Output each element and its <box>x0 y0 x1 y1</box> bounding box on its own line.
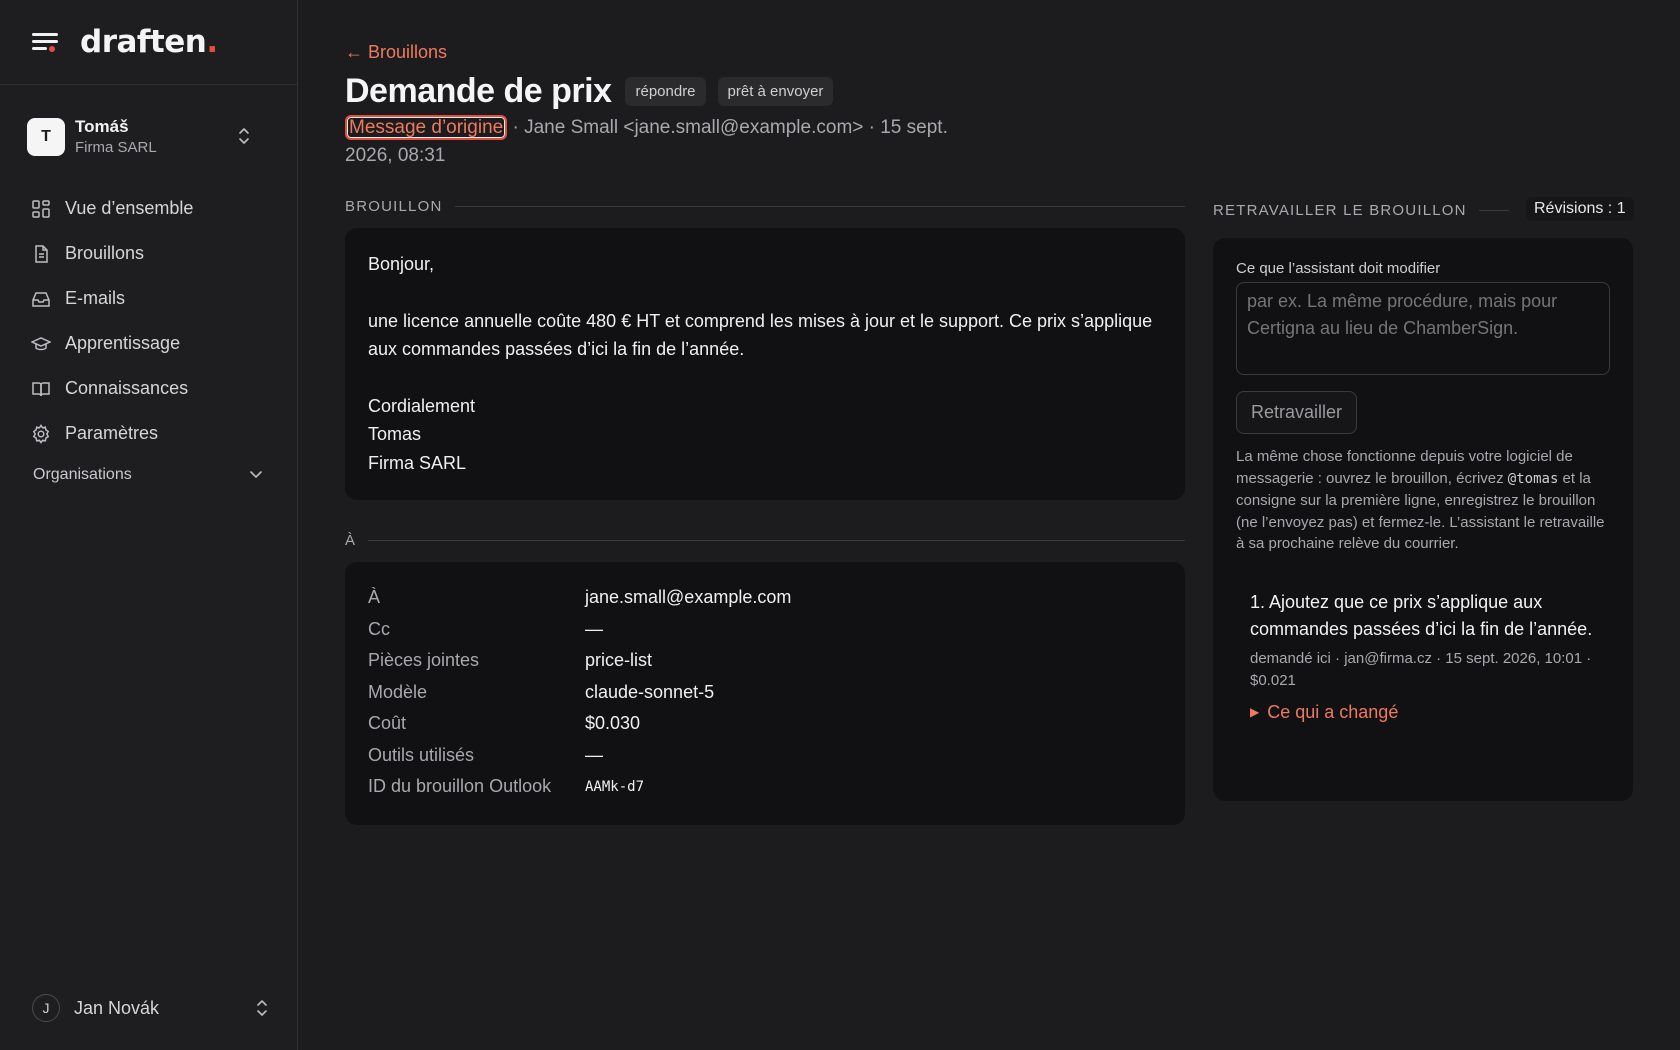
sidebar: draften. T Tomáš Firma SARL Vue d’ensemb… <box>0 0 298 1050</box>
rework-instruction-input[interactable] <box>1236 282 1610 375</box>
chevron-updown-icon <box>256 998 268 1023</box>
chevron-updown-icon <box>238 126 250 146</box>
detail-row-cost: Coût $0.030 <box>368 713 641 734</box>
draft-body-text: une licence annuelle coûte 480 € HT et c… <box>368 310 1153 360</box>
account-name: Tomáš <box>75 117 129 136</box>
sidebar-item-learning[interactable]: Apprentissage <box>30 321 270 366</box>
logo: draften. <box>80 24 218 60</box>
revision-changes-label: Ce qui a changé <box>1267 701 1399 722</box>
account-switcher[interactable]: T Tomáš Firma SARL <box>27 115 272 159</box>
draft-signature-org: Firma SARL <box>368 452 467 473</box>
revisions-count-badge: Révisions : 1 <box>1526 197 1634 221</box>
sidebar-item-drafts[interactable]: Brouillons <box>30 231 270 276</box>
rework-button[interactable]: Retravailler <box>1236 391 1358 434</box>
organisations-label: Organisations <box>33 466 132 483</box>
inbox-icon <box>30 288 52 310</box>
detail-row-attachments: Pièces jointes price-list <box>368 650 653 671</box>
sidebar-item-overview[interactable]: Vue d’ensemble <box>30 186 270 231</box>
user-name: Jan Novák <box>74 997 160 1018</box>
draft-details-card: Àjane.small@example.com Cc — Pièces joint… <box>345 562 1185 825</box>
grid-icon <box>30 198 52 220</box>
document-icon <box>30 243 52 265</box>
sidebar-item-label: Paramètres <box>65 423 159 443</box>
detail-row-model: Modèle claude-sonnet-5 <box>368 681 715 702</box>
rework-help-text: La même chose fonctionne depuis votre lo… <box>1236 448 1605 552</box>
sidebar-item-emails[interactable]: E-mails <box>30 276 270 321</box>
organisations-toggle[interactable]: Organisations <box>33 466 263 484</box>
revision-item-meta: demandé ici · jan@firma.cz · 15 sept. 20… <box>1250 649 1592 689</box>
gear-icon <box>30 423 52 445</box>
graduation-cap-icon <box>30 333 52 355</box>
title-row: Demande de prix répondre prêt à envoyer <box>345 72 845 111</box>
detail-row-tools: Outils utilisés — <box>368 744 603 765</box>
rework-field-label: Ce que l’assistant doit modifier <box>1236 260 1441 277</box>
sidebar-item-label: Brouillons <box>65 243 145 263</box>
sidebar-item-label: Vue d’ensemble <box>65 198 194 218</box>
sidebar-item-label: Connaissances <box>65 378 189 398</box>
revision-changes-toggle[interactable]: ▶ Ce qui a changé <box>1250 702 1610 723</box>
sidebar-item-label: E-mails <box>65 288 126 308</box>
chevron-down-icon <box>249 466 263 484</box>
triangle-right-icon: ▶ <box>1250 705 1260 719</box>
page-title: Demande de prix <box>345 72 612 110</box>
detail-row-outlook-id: ID du brouillon Outlook AAMk-d7 <box>368 776 645 797</box>
user-menu[interactable]: J Jan Novák <box>32 994 268 1022</box>
brand-bar: draften. <box>0 0 297 85</box>
draft-closing: Cordialement <box>368 395 476 416</box>
revision-item-text: 1. Ajoutez que ce prix s’applique aux co… <box>1250 591 1593 640</box>
sidebar-item-settings[interactable]: Paramètres <box>30 411 270 456</box>
details-section-heading: À <box>345 532 1185 549</box>
rework-panel: Ce que l’assistant doit modifier Retrava… <box>1213 238 1633 801</box>
status-badge-ready: prêt à envoyer <box>717 77 834 106</box>
book-icon <box>30 378 52 400</box>
sidebar-item-label: Apprentissage <box>65 333 181 353</box>
draft-signature-name: Tomas <box>368 424 422 444</box>
status-badge-reply: répondre <box>625 77 706 106</box>
draft-greeting: Bonjour, <box>368 254 435 274</box>
mention-code: @tomas <box>1507 470 1559 487</box>
detail-row-to: Àjane.small@example.com <box>368 587 792 608</box>
draft-section-heading: BROUILLON <box>345 198 1185 215</box>
original-message-link[interactable]: Message d’origine <box>345 115 508 140</box>
menu-icon[interactable] <box>32 32 58 52</box>
account-org: Firma SARL <box>75 139 157 156</box>
draft-body-card: Bonjour, une licence annuelle coûte 480 … <box>345 228 1185 500</box>
detail-row-cc: Cc — <box>368 618 603 639</box>
sidebar-nav: Vue d’ensemble Brouillons E-mails Appren… <box>30 186 270 456</box>
revision-item: 1. Ajoutez que ce prix s’applique aux co… <box>1236 589 1610 723</box>
account-avatar: T <box>27 118 65 156</box>
back-to-drafts-link[interactable]: ← Brouillons <box>345 42 447 63</box>
sidebar-item-knowledge[interactable]: Connaissances <box>30 366 270 411</box>
user-avatar: J <box>32 994 60 1022</box>
message-meta: Message d’origine · Jane Small <jane.sma… <box>345 114 985 170</box>
